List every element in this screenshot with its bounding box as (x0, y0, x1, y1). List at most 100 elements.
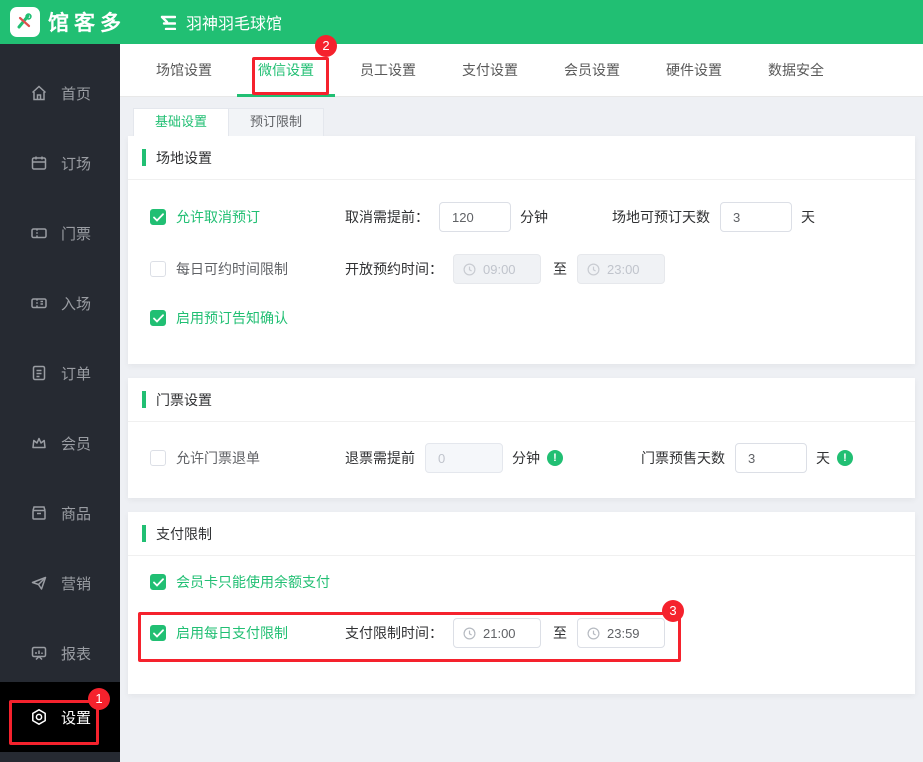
cancel-advance-unit: 分钟 (520, 209, 548, 225)
row-daily-pay-limit: 启用每日支付限制 支付限制时间： 21:00 至 23:59 (128, 618, 915, 648)
presale-days-input[interactable] (735, 443, 807, 473)
sidebar-item-label: 门票 (61, 225, 92, 243)
row-booking-notice: 启用预订告知确认 (128, 308, 915, 328)
refund-info-icon[interactable]: ! (547, 450, 563, 466)
open-time-end-value: 23:00 (607, 261, 640, 277)
pay-limit-time-label: 支付限制时间： (345, 625, 443, 641)
row-allow-ticket-refund: 允许门票退单 退票需提前 分钟 ! 门票预售天数 天 ! (128, 443, 915, 473)
sidebar-item-label: 商品 (61, 505, 92, 523)
clock-icon (587, 262, 600, 276)
open-time-start-input: 09:00 (453, 254, 541, 284)
sidebar-item-label: 设置 (61, 709, 92, 727)
section-header-payment: 支付限制 (128, 512, 915, 556)
ticket-settings-card: 门票设置 允许门票退单 退票需提前 分钟 ! 门票预售天数 天 ! (128, 378, 915, 498)
sidebar-item-ticket[interactable]: 门票 (0, 198, 120, 268)
sidebar-item-report[interactable]: 报表 (0, 618, 120, 688)
refund-advance-label: 退票需提前 (345, 450, 415, 466)
daily-pay-limit-label: 启用每日支付限制 (176, 625, 288, 641)
sidebar-item-home[interactable]: 首页 (0, 58, 120, 128)
report-icon (30, 644, 48, 662)
open-booking-time-label: 开放预约时间： (345, 261, 443, 277)
annotation-badge-1: 1 (88, 688, 110, 710)
sidebar-item-label: 报表 (61, 645, 92, 663)
sidebar-item-goods[interactable]: 商品 (0, 478, 120, 548)
section-header-ticket: 门票设置 (128, 378, 915, 422)
cancel-advance-label: 取消需提前： (345, 209, 429, 225)
tab-staff-settings[interactable]: 员工设置 (360, 44, 416, 97)
bookable-days-input[interactable] (720, 202, 792, 232)
section-title: 门票设置 (156, 391, 212, 408)
sidebar-item-marketing[interactable]: 营销 (0, 548, 120, 618)
sidebar-item-label: 营销 (61, 575, 92, 593)
daily-time-limit-checkbox[interactable] (150, 261, 166, 277)
tab-venue-settings[interactable]: 场馆设置 (156, 44, 212, 97)
allow-cancel-label: 允许取消预订 (176, 209, 260, 225)
gear-icon (30, 708, 48, 726)
venue-settings-card: 场地设置 允许取消预订 取消需提前： 分钟 场地可预订天数 天 (128, 136, 915, 364)
refund-advance-input (425, 443, 503, 473)
sidebar-item-member[interactable]: 会员 (0, 408, 120, 478)
allow-cancel-checkbox[interactable] (150, 209, 166, 225)
annotation-badge-2: 2 (315, 35, 337, 57)
pay-limit-end-value: 23:59 (607, 625, 640, 641)
content-area: 基础设置 预订限制 场地设置 允许取消预订 取消需提前： 分钟 (120, 97, 923, 762)
marketing-icon (30, 574, 48, 592)
booking-notice-checkbox[interactable] (150, 310, 166, 326)
sidebar-item-booking[interactable]: 订场 (0, 128, 120, 198)
cancel-advance-input[interactable] (439, 202, 511, 232)
time-range-to: 至 (553, 625, 567, 641)
daily-pay-limit-checkbox[interactable] (150, 625, 166, 641)
allow-ticket-refund-checkbox[interactable] (150, 450, 166, 466)
section-accent-bar (142, 525, 146, 542)
row-allow-cancel: 允许取消预订 取消需提前： 分钟 场地可预订天数 天 (128, 202, 915, 232)
section-header-venue: 场地设置 (128, 136, 915, 180)
sidebar-item-label: 首页 (61, 85, 92, 103)
open-time-end-input: 23:00 (577, 254, 665, 284)
balance-only-label: 会员卡只能使用余额支付 (176, 574, 330, 590)
sidebar: 首页 订场 门票 入场 订单 会员 商品 营销 报表 设置 (0, 44, 120, 762)
presale-days-label: 门票预售天数 (641, 450, 725, 466)
daily-time-limit-label: 每日可约时间限制 (176, 261, 288, 277)
settings-tab-bar: 场馆设置 微信设置 员工设置 支付设置 会员设置 硬件设置 数据安全 (120, 44, 923, 97)
tab-hardware-settings[interactable]: 硬件设置 (666, 44, 722, 97)
ticket-icon (30, 224, 48, 242)
row-balance-only: 会员卡只能使用余额支付 (128, 572, 915, 592)
tab-payment-settings[interactable]: 支付设置 (462, 44, 518, 97)
sidebar-item-label: 会员 (61, 435, 92, 453)
clock-icon (463, 626, 476, 640)
top-bar: 馆客多 羽神羽毛球馆 (0, 0, 923, 44)
subtab-basic-settings[interactable]: 基础设置 (133, 108, 230, 136)
bookable-days-unit: 天 (801, 209, 815, 225)
booking-icon (30, 154, 48, 172)
tab-wechat-settings[interactable]: 微信设置 (237, 44, 335, 97)
tab-data-security[interactable]: 数据安全 (768, 44, 824, 97)
brand-logo-icon (10, 7, 40, 37)
tab-member-settings[interactable]: 会员设置 (564, 44, 620, 97)
sidebar-item-order[interactable]: 订单 (0, 338, 120, 408)
section-title: 支付限制 (156, 525, 212, 542)
sub-tab-bar: 基础设置 预订限制 (133, 108, 915, 136)
venue-title: 羽神羽毛球馆 (186, 16, 283, 33)
open-time-start-value: 09:00 (483, 261, 516, 277)
clock-icon (587, 626, 600, 640)
order-icon (30, 364, 48, 382)
presale-info-icon[interactable]: ! (837, 450, 853, 466)
bookable-days-label: 场地可预订天数 (612, 209, 710, 225)
allow-ticket-refund-label: 允许门票退单 (176, 450, 260, 466)
balance-only-checkbox[interactable] (150, 574, 166, 590)
app-window: 馆客多 羽神羽毛球馆 首页 订场 门票 入场 订单 会员 商品 营销 报表 设置… (0, 0, 923, 762)
row-daily-time-limit: 每日可约时间限制 开放预约时间： 09:00 至 23:00 (128, 254, 915, 284)
back-arrow-icon[interactable] (152, 14, 176, 30)
annotation-badge-3: 3 (662, 600, 684, 622)
subtab-booking-restrictions[interactable]: 预订限制 (229, 108, 325, 136)
booking-notice-label: 启用预订告知确认 (176, 310, 288, 326)
sidebar-item-label: 订单 (61, 365, 92, 383)
sidebar-item-label: 入场 (61, 295, 92, 313)
refund-advance-unit: 分钟 (512, 450, 540, 466)
pay-limit-end-input[interactable]: 23:59 (577, 618, 665, 648)
sidebar-item-entry[interactable]: 入场 (0, 268, 120, 338)
pay-limit-start-value: 21:00 (483, 625, 516, 641)
home-icon (30, 84, 48, 102)
entry-icon (30, 294, 48, 312)
pay-limit-start-input[interactable]: 21:00 (453, 618, 541, 648)
